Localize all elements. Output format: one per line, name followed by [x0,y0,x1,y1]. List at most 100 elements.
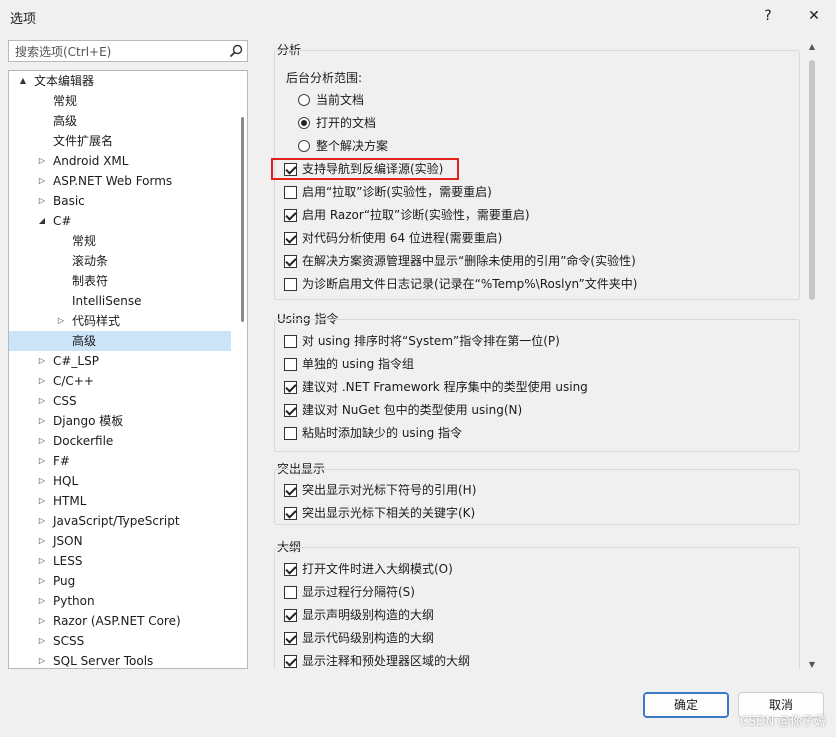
checkbox[interactable] [284,358,297,371]
tree-item[interactable]: ▷ HTML [9,491,231,511]
option-label: 打开的文档 [316,116,377,130]
close-button[interactable]: ✕ [802,4,826,28]
tree-item-label: C#_LSP [53,354,99,368]
checkbox[interactable] [284,232,297,245]
scroll-thumb[interactable] [809,60,815,300]
checkbox[interactable] [284,484,297,497]
expand-arrow-icon[interactable]: ▷ [37,171,47,191]
radio-button[interactable] [298,140,310,152]
expand-arrow-icon[interactable]: ▷ [37,151,47,171]
checkbox[interactable] [284,186,297,199]
tree-item[interactable]: 制表符 [9,271,231,291]
expand-arrow-icon[interactable]: ▷ [37,531,47,551]
tree-item[interactable]: 高级 [9,331,231,351]
tree-item-label: ASP.NET Web Forms [53,174,173,188]
tree-item[interactable]: ▷ Android XML [9,151,231,171]
expand-arrow-icon[interactable]: ▷ [37,591,47,611]
expand-arrow-icon[interactable]: ▷ [37,491,47,511]
scroll-down-arrow-icon[interactable]: ▼ [807,660,817,669]
collapse-arrow-icon[interactable]: ◢ [37,211,47,231]
option-label: 显示过程行分隔符(S) [302,585,415,599]
tree-item[interactable]: ▷ LESS [9,551,231,571]
checkbox[interactable] [284,404,297,417]
expand-arrow-icon[interactable]: ▷ [37,431,47,451]
option-label: 整个解决方案 [316,139,389,153]
scroll-up-arrow-icon[interactable]: ▲ [807,42,817,51]
tree-item[interactable]: ▷ Basic [9,191,231,211]
expand-arrow-icon[interactable]: ▷ [37,571,47,591]
collapse-arrow-icon[interactable]: ▲ [18,71,28,91]
checkbox[interactable] [284,609,297,622]
tree-item[interactable]: ▷ F# [9,451,231,471]
expand-arrow-icon[interactable]: ▷ [37,631,47,651]
radio-button[interactable] [298,94,310,106]
checkbox[interactable] [284,586,297,599]
options-tree: ▲ 文本编辑器 常规 高级 文件扩展名 ▷ Android XML ▷ ASP.NET Web … [8,70,248,669]
tree-scrollbar[interactable] [241,117,244,322]
checkbox[interactable] [284,278,297,291]
expand-arrow-icon[interactable]: ▷ [37,391,47,411]
tree-item[interactable]: IntelliSense [9,291,231,311]
expand-arrow-icon[interactable]: ▷ [37,371,47,391]
checkbox[interactable] [284,632,297,645]
expand-arrow-icon[interactable]: ▷ [37,511,47,531]
checkbox[interactable] [284,427,297,440]
option-label: 粘贴时添加缺少的 using 指令 [302,426,463,440]
tree-item-label: SQL Server Tools [53,654,154,668]
expand-arrow-icon[interactable]: ▷ [37,611,47,631]
help-button[interactable]: ? [756,4,780,28]
tree-item[interactable]: ◢ C# [9,211,231,231]
tree-item[interactable]: ▷ Python [9,591,231,611]
checkbox[interactable] [284,563,297,576]
tree-item[interactable]: 常规 [9,231,231,251]
checkbox[interactable] [284,655,297,668]
content-scrollbar[interactable]: ▲ ▼ [805,42,819,669]
expand-arrow-icon[interactable]: ▷ [37,551,47,571]
tree-item[interactable]: ▷ SCSS [9,631,231,651]
option-label: 启用 Razor“拉取”诊断(实验性，需要重启) [302,208,530,222]
option-label: 建议对 .NET Framework 程序集中的类型使用 using [302,380,588,394]
checkbox[interactable] [284,507,297,520]
tree-item[interactable]: 高级 [9,111,231,131]
expand-arrow-icon[interactable]: ▷ [37,191,47,211]
tree-item[interactable]: ▷ 代码样式 [9,311,231,331]
tree-item[interactable]: ▷ Django 模板 [9,411,231,431]
tree-item[interactable]: ▲ 文本编辑器 [9,71,231,91]
tree-item[interactable]: 常规 [9,91,231,111]
tree-item[interactable]: ▷ JSON [9,531,231,551]
search-icon[interactable] [229,44,243,58]
option-label: 建议对 NuGet 包中的类型使用 using(N) [302,403,523,417]
tree-item-label: Razor (ASP.NET Core) [53,614,181,628]
checkbox[interactable] [284,381,297,394]
tree-item[interactable]: ▷ C#_LSP [9,351,231,371]
checkbox[interactable] [284,255,297,268]
tree-item[interactable]: ▷ CSS [9,391,231,411]
expand-arrow-icon[interactable]: ▷ [37,451,47,471]
option-label: 为诊断启用文件日志记录(记录在“%Temp%\Roslyn”文件夹中) [302,277,638,291]
expand-arrow-icon[interactable]: ▷ [37,471,47,491]
tree-item[interactable]: 滚动条 [9,251,231,271]
tree-item[interactable]: ▷ SQL Server Tools [9,651,231,668]
expand-arrow-icon[interactable]: ▷ [37,411,47,431]
tree-item-label: IntelliSense [72,294,142,308]
search-input[interactable] [13,42,227,62]
expand-arrow-icon[interactable]: ▷ [37,651,47,668]
expand-arrow-icon[interactable]: ▷ [56,311,66,331]
tree-item[interactable]: ▷ JavaScript/TypeScript [9,511,231,531]
tree-item[interactable]: ▷ ASP.NET Web Forms [9,171,231,191]
tree-item[interactable]: ▷ HQL [9,471,231,491]
tree-item[interactable]: ▷ C/C++ [9,371,231,391]
tree-item[interactable]: 文件扩展名 [9,131,231,151]
ok-button[interactable]: 确定 [643,692,729,718]
tree-item[interactable]: ▷ Razor (ASP.NET Core) [9,611,231,631]
checkbox[interactable] [284,209,297,222]
tree-item-label: 滚动条 [72,254,109,268]
expand-arrow-icon[interactable]: ▷ [37,351,47,371]
radio-button[interactable] [298,117,310,129]
option-label: 当前文档 [316,93,365,107]
window-title: 选项 [10,12,37,27]
option-label: 启用“拉取”诊断(实验性，需要重启) [302,185,492,199]
tree-item[interactable]: ▷ Dockerfile [9,431,231,451]
checkbox[interactable] [284,335,297,348]
tree-item[interactable]: ▷ Pug [9,571,231,591]
